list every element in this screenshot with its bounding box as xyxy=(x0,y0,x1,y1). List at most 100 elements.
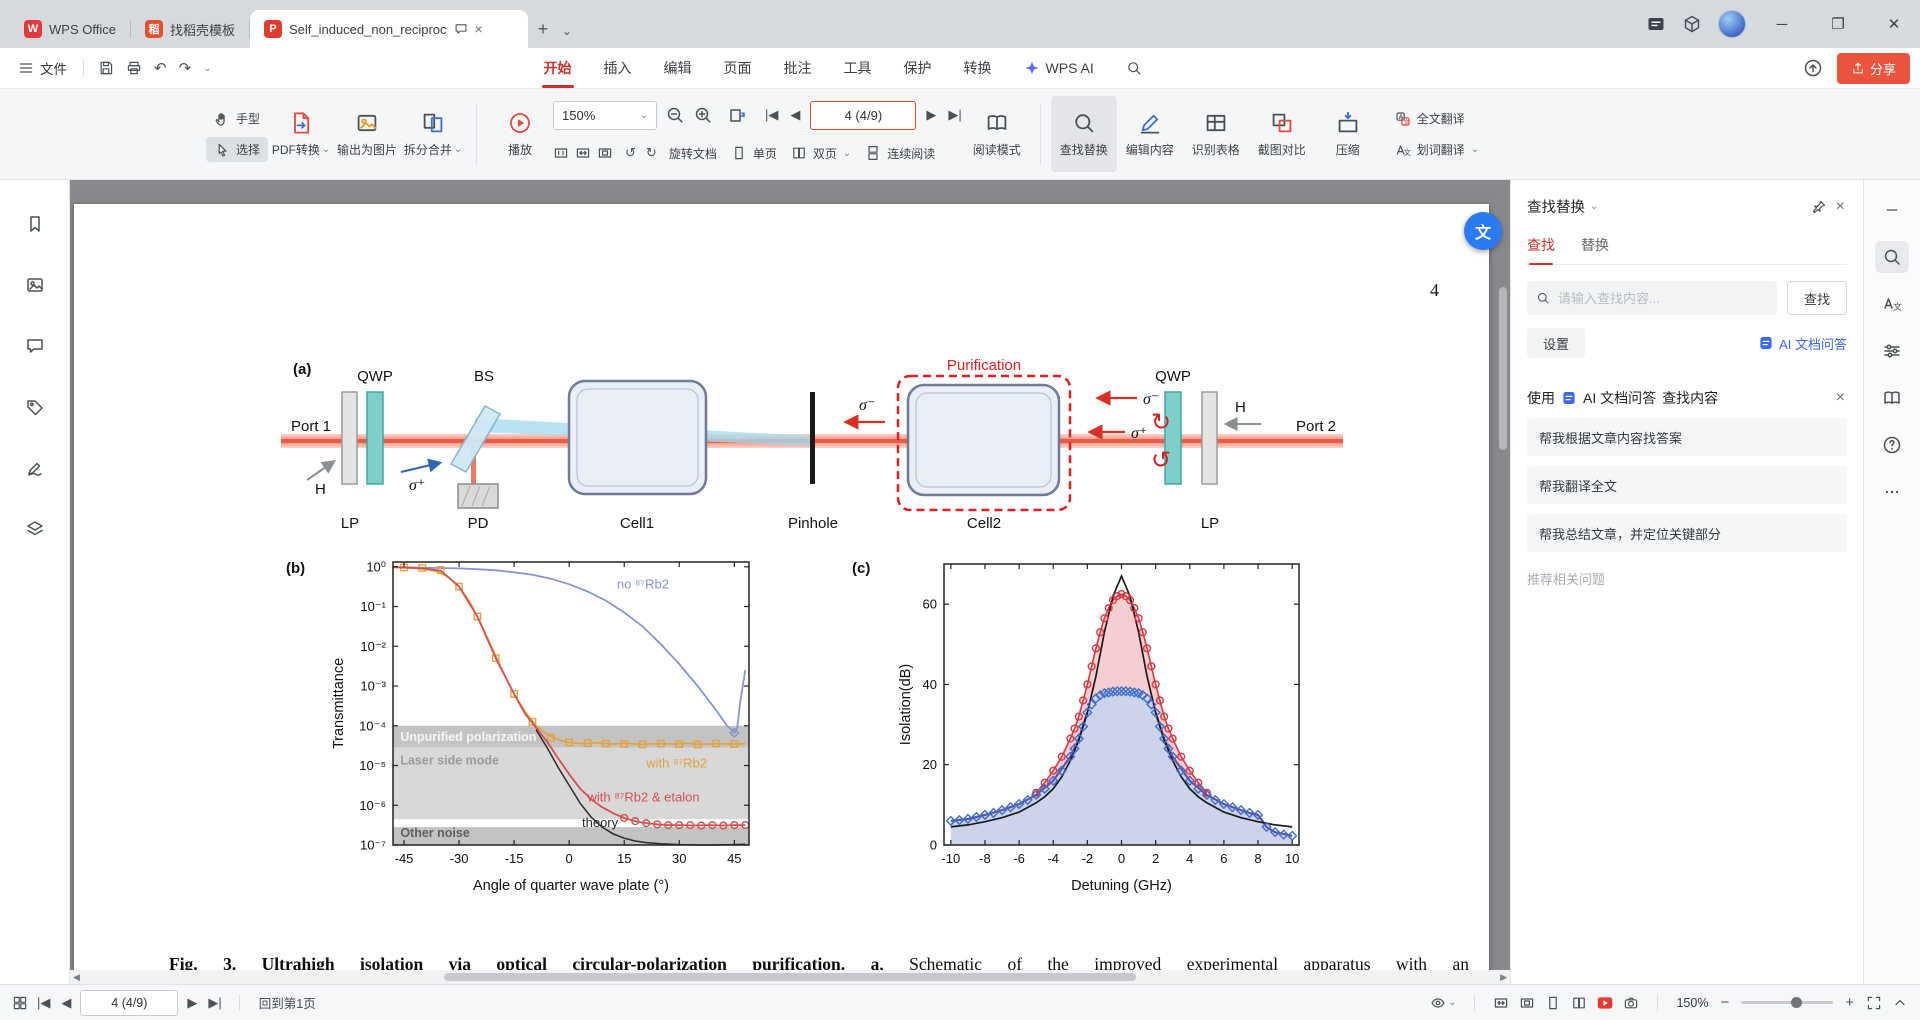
scroll-left-icon[interactable]: ◀ xyxy=(73,972,80,983)
find-replace-button[interactable]: 查找替换 xyxy=(1051,96,1117,172)
close-window-button[interactable]: ✕ xyxy=(1874,0,1914,48)
recognize-table-button[interactable]: 识别表格 xyxy=(1183,96,1249,172)
continuous-read-button[interactable]: 连续阅读 xyxy=(861,143,939,164)
next-page-button[interactable]: ▶ xyxy=(185,995,199,1011)
app-center-icon[interactable] xyxy=(1682,14,1702,34)
help-button[interactable] xyxy=(1875,429,1909,461)
prev-page-button[interactable]: ◀ xyxy=(59,995,73,1011)
tab-protect[interactable]: 保护 xyxy=(888,48,948,88)
select-tool-button[interactable]: 选择 xyxy=(206,137,268,162)
screenshot-icon[interactable] xyxy=(1623,995,1639,1011)
translate-panel-button[interactable]: 文 xyxy=(1875,288,1909,320)
single-page-button[interactable]: 单页 xyxy=(727,143,781,164)
fullscreen-icon[interactable] xyxy=(1866,995,1882,1011)
export-image-button[interactable]: 输出为图片 xyxy=(334,96,400,172)
single-page-icon[interactable] xyxy=(1545,995,1561,1011)
last-page-button[interactable]: ▶| xyxy=(946,107,963,123)
share-button[interactable]: 分享 xyxy=(1837,53,1910,84)
thumbnails-icon[interactable] xyxy=(12,995,28,1011)
rotate-doc-button[interactable]: 旋转文档 xyxy=(665,143,721,164)
ai-doc-qa-link[interactable]: AI 文档问答 xyxy=(1758,334,1847,353)
horizontal-scrollbar-thumb[interactable] xyxy=(444,973,1135,981)
collapse-toolbar-icon[interactable] xyxy=(1892,995,1908,1011)
properties-panel-button[interactable] xyxy=(1875,335,1909,367)
fit-width-icon[interactable] xyxy=(575,145,591,161)
presentation-play-button[interactable] xyxy=(1597,995,1613,1011)
tab-tools[interactable]: 工具 xyxy=(828,48,888,88)
rotate-pages-icon[interactable] xyxy=(727,105,747,125)
page-indicator-input[interactable]: 4 (4/9) xyxy=(810,101,916,130)
actual-size-icon[interactable] xyxy=(553,145,569,161)
signature-panel-button[interactable] xyxy=(17,452,53,484)
tab-annotate[interactable]: 批注 xyxy=(768,48,828,88)
double-page-icon[interactable] xyxy=(1571,995,1587,1011)
last-page-button[interactable]: ▶| xyxy=(206,995,223,1011)
undo-button[interactable]: ↶ xyxy=(148,59,173,77)
full-translate-button[interactable]: A文 全文翻译 xyxy=(1387,106,1487,131)
reader-panel-button[interactable] xyxy=(1875,382,1909,414)
maximize-button[interactable]: ❐ xyxy=(1818,0,1858,48)
more-button[interactable] xyxy=(1875,476,1909,508)
hand-tool-button[interactable]: 手型 xyxy=(206,106,268,131)
screenshot-compare-button[interactable]: 截图对比 xyxy=(1249,96,1315,172)
settings-button[interactable]: 设置 xyxy=(1527,328,1585,358)
tab-replace[interactable]: 替换 xyxy=(1581,235,1609,264)
layers-panel-button[interactable] xyxy=(17,513,53,545)
tab-document[interactable]: P Self_induced_non_reciproc × xyxy=(250,10,528,48)
new-tab-button[interactable]: + xyxy=(528,14,558,44)
tab-wps-home[interactable]: W WPS Office xyxy=(10,10,130,48)
zoom-in-button[interactable]: + xyxy=(1843,994,1856,1011)
comments-panel-button[interactable] xyxy=(17,330,53,362)
workspace-icon[interactable] xyxy=(1646,14,1666,34)
chevron-down-icon[interactable]: ⌄ xyxy=(197,63,217,74)
chevron-down-icon[interactable]: ⌄ xyxy=(1590,201,1598,212)
find-button[interactable]: 查找 xyxy=(1787,281,1847,315)
zoom-slider-thumb[interactable] xyxy=(1791,997,1802,1008)
zoom-out-button[interactable]: − xyxy=(1718,994,1731,1011)
tags-panel-button[interactable] xyxy=(17,391,53,423)
read-mode-button[interactable]: 阅读模式 xyxy=(964,96,1030,172)
find-panel-button[interactable] xyxy=(1875,241,1909,273)
tab-insert[interactable]: 插入 xyxy=(588,48,648,88)
double-page-button[interactable]: 双页⌄ xyxy=(787,143,855,164)
close-ai-section-icon[interactable]: × xyxy=(1834,389,1847,407)
ai-suggestion-button[interactable]: 帮我翻译全文 xyxy=(1527,466,1847,504)
split-merge-button[interactable]: 拆分合并⌄ xyxy=(400,96,466,172)
tab-list-chevron-icon[interactable]: ⌄ xyxy=(558,24,576,38)
play-button[interactable]: 播放 xyxy=(487,96,553,172)
tab-home[interactable]: 开始 xyxy=(528,48,588,88)
zoom-select[interactable]: 150%⌄ xyxy=(553,101,657,130)
tab-convert[interactable]: 转换 xyxy=(948,48,1008,88)
vertical-scrollbar[interactable] xyxy=(1498,186,1508,962)
rotate-right-icon[interactable]: ↻ xyxy=(644,145,659,161)
float-translate-button[interactable]: 文 xyxy=(1464,212,1502,250)
zoom-slider[interactable] xyxy=(1741,1001,1833,1004)
first-page-button[interactable]: |◀ xyxy=(763,107,780,123)
print-button[interactable] xyxy=(120,60,148,76)
zoom-in-icon[interactable] xyxy=(693,105,713,125)
tab-close-icon[interactable]: × xyxy=(475,21,483,37)
zoom-out-icon[interactable] xyxy=(665,105,685,125)
tab-find[interactable]: 查找 xyxy=(1527,235,1555,264)
fit-page-icon[interactable] xyxy=(597,145,613,161)
ai-suggestion-button[interactable]: 帮我总结文章，并定位关键部分 xyxy=(1527,514,1847,552)
user-avatar[interactable] xyxy=(1718,10,1746,38)
scroll-right-icon[interactable]: ▶ xyxy=(1500,972,1507,983)
file-menu-button[interactable]: 文件 xyxy=(10,58,75,78)
rotate-left-icon[interactable]: ↺ xyxy=(623,145,638,161)
view-visibility-button[interactable]: ⌄ xyxy=(1430,995,1456,1011)
compress-button[interactable]: 压缩 xyxy=(1315,96,1381,172)
save-button[interactable] xyxy=(92,60,120,76)
tab-page[interactable]: 页面 xyxy=(708,48,768,88)
vertical-scrollbar-thumb[interactable] xyxy=(1499,287,1507,450)
minimize-button[interactable]: ─ xyxy=(1762,0,1802,48)
pdf-convert-button[interactable]: PDF转换⌄ xyxy=(268,96,334,172)
thumbnails-panel-button[interactable] xyxy=(17,269,53,301)
horizontal-scrollbar[interactable]: ◀ ▶ xyxy=(70,970,1510,984)
fit-width-icon[interactable] xyxy=(1493,995,1509,1011)
bookmarks-panel-button[interactable] xyxy=(17,208,53,240)
next-page-button[interactable]: ▶ xyxy=(924,107,938,123)
edit-content-button[interactable]: 编辑内容 xyxy=(1117,96,1183,172)
ai-suggestion-button[interactable]: 帮我根据文章内容找答案 xyxy=(1527,418,1847,456)
upload-cloud-icon[interactable] xyxy=(1803,58,1823,78)
